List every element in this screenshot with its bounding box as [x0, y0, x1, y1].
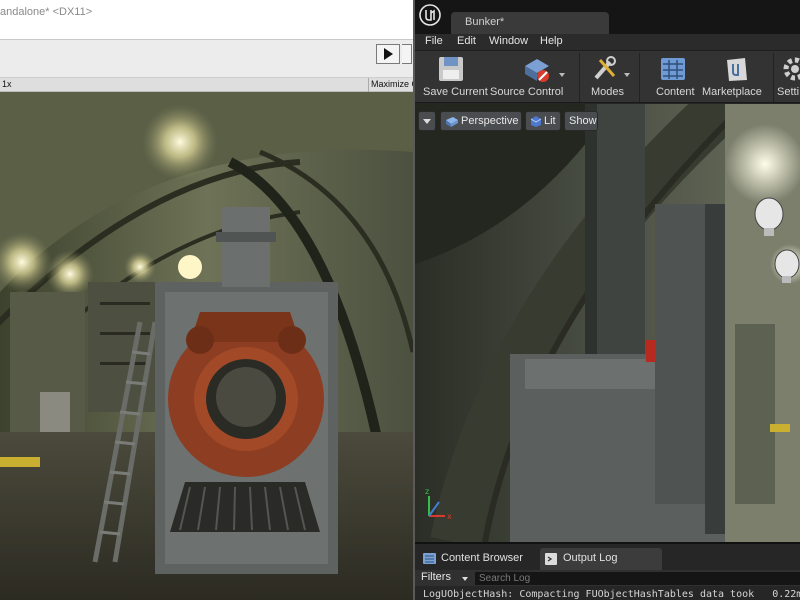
modes-dropdown-icon [624, 73, 630, 77]
filters-dropdown[interactable]: Filters [421, 571, 451, 583]
maximize-on-play-toggle[interactable]: Maximize C [371, 79, 413, 89]
modes-button[interactable]: Modes [580, 51, 638, 104]
editor-toolbar: Save Current Source Control Modes Conten… [415, 50, 800, 103]
perspective-button[interactable]: Perspective [440, 111, 522, 131]
standalone-window-title: andalone* <DX11> [0, 6, 93, 18]
play-icon [384, 48, 393, 60]
menu-file[interactable]: File [425, 35, 443, 47]
svg-text:z: z [425, 487, 429, 496]
standalone-titlebar[interactable]: andalone* <DX11> [0, 0, 413, 40]
output-log-tab-label: Output Log [563, 552, 618, 564]
toolbar-separator [773, 53, 774, 102]
content-browser-icon [661, 58, 685, 80]
content-button[interactable]: Content [647, 51, 699, 104]
viewport-options-button[interactable] [418, 111, 436, 131]
lit-view-mode-button[interactable]: Lit [525, 111, 561, 131]
view-scale-readout: 1x [2, 79, 12, 89]
source-control-dropdown-icon [559, 73, 565, 77]
output-log-icon [545, 553, 557, 565]
search-log-input[interactable] [475, 572, 800, 585]
settings-button[interactable]: Setti [775, 51, 800, 104]
tab-output-log[interactable]: Output Log [540, 548, 662, 570]
tab-content-browser[interactable]: Content Browser [419, 548, 537, 570]
source-control-icon [525, 59, 549, 82]
show-flags-button[interactable]: Show [564, 111, 598, 131]
unreal-logo-icon [419, 4, 441, 26]
perspective-label: Perspective [461, 115, 519, 127]
modes-label: Modes [591, 86, 625, 98]
settings-label: Setti [777, 86, 800, 98]
lit-sphere-icon [530, 116, 542, 127]
editor-menubar: File Edit Window Help [415, 34, 800, 50]
content-browser-tab-label: Content Browser [441, 552, 523, 564]
log-line: LogUObjectHash: Compacting FUObjectHashT… [423, 589, 800, 600]
perspective-cube-icon [446, 117, 458, 127]
source-control-button[interactable]: Source Control [487, 51, 579, 104]
marketplace-icon [727, 58, 747, 81]
menu-help[interactable]: Help [540, 35, 563, 47]
statusbar-separator [368, 78, 369, 92]
level-tab-label: Bunker* [465, 16, 505, 28]
marketplace-label: Marketplace [702, 86, 762, 98]
bottom-panel: Content Browser Output Log Filters LogUO… [415, 542, 800, 600]
game-scene-render[interactable] [0, 92, 413, 600]
chevron-down-icon [462, 577, 468, 581]
log-filter-bar: Filters [415, 570, 800, 586]
editor-titlebar[interactable]: Bunker* [415, 0, 800, 34]
chevron-down-icon [423, 119, 431, 124]
menu-window[interactable]: Window [489, 35, 528, 47]
marketplace-button[interactable]: Marketplace [699, 51, 773, 104]
content-browser-icon [423, 553, 436, 564]
unreal-editor-window: Bunker* File Edit Window Help Save Curre… [413, 0, 800, 600]
standalone-toolbar [0, 40, 413, 78]
viewport-scene-render[interactable]: z x [415, 104, 800, 542]
save-current-label: Save Current [423, 86, 488, 98]
modes-icon [594, 56, 616, 80]
gear-icon [783, 57, 800, 81]
play-options-dropdown[interactable] [402, 44, 412, 64]
source-control-label: Source Control [490, 86, 564, 98]
save-icon [439, 57, 463, 81]
play-button[interactable] [376, 44, 400, 64]
toolbar-separator [639, 53, 640, 102]
standalone-statusbar: 1x Maximize C [0, 78, 413, 92]
lit-label: Lit [544, 115, 556, 127]
show-label: Show [569, 115, 597, 127]
save-current-button[interactable]: Save Current [415, 51, 488, 104]
standalone-game-window: andalone* <DX11> 1x Maximize C [0, 0, 413, 600]
menu-edit[interactable]: Edit [457, 35, 476, 47]
level-tab-bunker[interactable]: Bunker* [451, 12, 609, 34]
svg-text:x: x [447, 512, 452, 521]
content-label: Content [656, 86, 695, 98]
level-viewport[interactable]: z x Perspective Lit Show [415, 104, 800, 542]
